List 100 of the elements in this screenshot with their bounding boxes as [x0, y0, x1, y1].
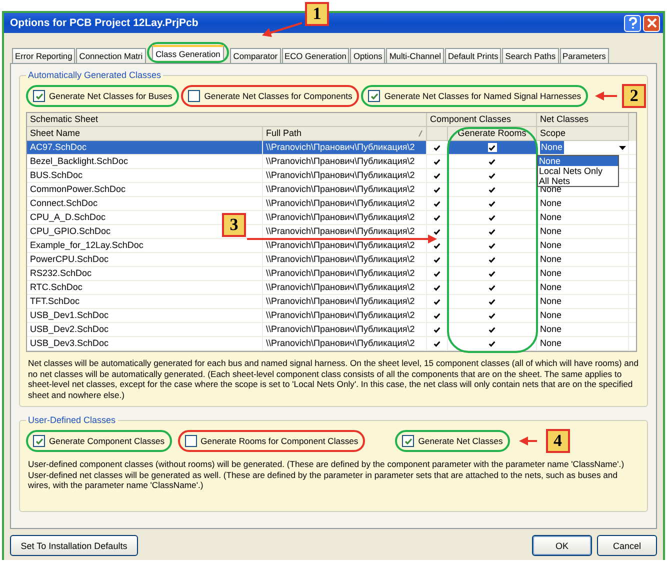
option-label: Generate Net Classes for Components — [204, 91, 352, 101]
checkbox[interactable] — [188, 90, 200, 102]
tab[interactable]: Class Generation — [152, 45, 224, 60]
table-cell: \\Pranovich\Пранович\Публикация\2 — [263, 253, 427, 266]
table-cell: \\Pranovich\Пранович\Публикация\2 — [263, 183, 427, 196]
table-cell: USB_Dev1.SchDoc — [27, 309, 263, 322]
table-cell: \\Pranovich\Пранович\Публикация\2 — [263, 337, 427, 350]
table-cell: RS232.SchDoc — [27, 267, 263, 280]
table-row[interactable]: RS232.SchDoc \\Pranovich\Пранович\Публикация\2 None — [27, 267, 636, 281]
table-cell: \\Pranovich\Пранович\Публикация\2 — [263, 141, 427, 154]
sort-icon — [418, 130, 423, 137]
table-cell: USB_Dev3.SchDoc — [27, 337, 263, 350]
arrow — [595, 91, 618, 101]
table-cell: None — [540, 338, 562, 348]
table-cell: None — [540, 212, 562, 222]
checkbox[interactable] — [432, 241, 442, 250]
description-text: User-defined component classes (without rooms) will be generated. (These are defined by the component parameter with the parameter name 'ClassName'.) User-defined net classes will be generated as well. (These are defined by the parameter in parameter sets that are attached to the nets, such as buses and wires, with the parameter name 'ClassName'.) — [28, 459, 626, 490]
description-text: Net classes will be automatically generated for each bus and named signal harness. On the sheet level, 15 component classes (all of which will have rooms) and no net classes will be automatically generated. (Each sheet-level component class consists of all the components that are on the sheet. The same applies to sheet-level net classes, except for the case where the scope is set to 'Local Nets Only'. In this case, the net class will only contain nets that are on the specified sheet and nowhere else.) — [28, 358, 639, 400]
tab[interactable]: Search Paths — [502, 48, 559, 63]
table-cell: \\Pranovich\Пранович\Публикация\2 — [263, 267, 427, 280]
option-label: Generate Net Classes for Named Signal Harnesses — [384, 91, 582, 101]
tab[interactable]: Comparator — [230, 48, 281, 63]
table-row[interactable]: USB_Dev3.SchDoc \\Pranovich\Пранович\Публикация\2 None — [27, 337, 636, 351]
dropdown-option[interactable]: None — [538, 156, 618, 166]
arrow — [262, 22, 302, 38]
table-row[interactable]: PowerCPU.SchDoc \\Pranovich\Пранович\Публикация\2 None — [27, 253, 636, 267]
tab[interactable]: Multi-Channel — [386, 48, 444, 63]
tab[interactable]: Parameters — [560, 48, 609, 63]
checkbox[interactable] — [432, 227, 442, 236]
defaults-button[interactable]: Set To Installation Defaults — [10, 535, 138, 556]
table-cell: \\Pranovich\Пранович\Публикация\2 — [263, 225, 427, 238]
scope-dropdown[interactable]: None — [540, 141, 626, 154]
table-cell: None — [540, 254, 562, 264]
table-cell: None — [540, 240, 562, 250]
table-cell: None — [540, 198, 562, 208]
table-cell: PowerCPU.SchDoc — [27, 253, 263, 266]
table-cell: \\Pranovich\Пранович\Публикация\2 — [263, 197, 427, 210]
option-label: Generate Component Classes — [49, 436, 165, 446]
table-cell: \\Pranovich\Пранович\Публикация\2 — [263, 211, 427, 224]
checkbox-option[interactable]: Generate Net Classes for Buses — [33, 90, 172, 102]
close-icon — [646, 18, 656, 28]
tab[interactable]: ECO Generation — [282, 48, 350, 63]
table-cell: BUS.SchDoc — [27, 169, 263, 182]
table-cell: CommonPower.SchDoc — [27, 183, 263, 196]
option-label: Generate Net Classes — [418, 436, 503, 446]
checkbox-option[interactable]: Generate Net Classes for Components — [188, 90, 352, 102]
table-cell: None — [540, 324, 562, 334]
cancel-button[interactable]: Cancel — [597, 535, 657, 556]
tab[interactable]: Error Reporting — [12, 48, 76, 63]
arrow — [518, 436, 537, 446]
table-row[interactable]: AC97.SchDoc \\Pranovich\Пранович\Публикация\2 None — [27, 141, 636, 155]
help-button[interactable] — [624, 14, 641, 32]
close-button[interactable] — [643, 14, 660, 32]
dropdown-option[interactable]: Local Nets Only — [538, 166, 618, 176]
dropdown-option[interactable]: All Nets — [538, 176, 618, 186]
table-cell: Connect.SchDoc — [27, 197, 263, 210]
tab[interactable]: Default Prints — [444, 48, 502, 63]
table-cell: None — [540, 226, 562, 236]
table-cell: None — [540, 310, 562, 320]
callout-number: 4 — [546, 429, 570, 453]
callout-number: 1 — [305, 2, 329, 26]
callout-number: 2 — [622, 84, 646, 108]
window-title: Options for PCB Project 12Lay.PrjPcb — [10, 17, 200, 29]
checkbox[interactable] — [402, 435, 414, 447]
table-cell: \\Pranovich\Пранович\Публикация\2 — [263, 295, 427, 308]
tab[interactable]: Connection Matri — [76, 48, 146, 63]
table-row[interactable]: USB_Dev1.SchDoc \\Pranovich\Пранович\Публикация\2 None — [27, 309, 636, 323]
group-title: Automatically Generated Classes — [27, 70, 162, 80]
table-cell: USB_Dev2.SchDoc — [27, 323, 263, 336]
checkbox[interactable] — [33, 90, 45, 102]
checkbox-option[interactable]: Generate Net Classes for Named Signal Harnesses — [368, 90, 582, 102]
table-cell: \\Pranovich\Пранович\Публикация\2 — [263, 309, 427, 322]
checkbox-option[interactable]: Generate Net Classes — [402, 435, 503, 447]
table-row[interactable]: Example_for_12Lay.SchDoc \\Pranovich\Пранович\Публикация\2 None — [27, 239, 636, 253]
table-cell: RTC.SchDoc — [27, 281, 263, 294]
table-cell: None — [540, 282, 562, 292]
table-row[interactable]: RTC.SchDoc \\Pranovich\Пранович\Публикация\2 None — [27, 281, 636, 295]
checkbox[interactable] — [368, 90, 380, 102]
table-cell: TFT.SchDoc — [27, 295, 263, 308]
dropdown-arrow-icon — [619, 146, 626, 150]
table-cell: Bezel_Backlight.SchDoc — [27, 155, 263, 168]
checkbox-option[interactable]: Generate Component Classes — [33, 435, 165, 447]
checkbox[interactable] — [488, 143, 496, 152]
table-cell: None — [540, 296, 562, 306]
table-cell: \\Pranovich\Пранович\Публикация\2 — [263, 281, 427, 294]
checkbox[interactable] — [184, 435, 197, 447]
ok-button[interactable]: OK — [532, 535, 592, 556]
table-row[interactable]: Connect.SchDoc \\Pranovich\Пранович\Публикация\2 None — [27, 197, 636, 211]
table-cell: \\Pranovich\Пранович\Публикация\2 — [263, 239, 427, 252]
table-cell: \\Pranovich\Пранович\Публикация\2 — [263, 323, 427, 336]
table-cell: \\Pranovich\Пранович\Публикация\2 — [263, 169, 427, 182]
tab[interactable]: Options — [350, 48, 386, 63]
table-cell: None — [540, 268, 562, 278]
option-label: Generate Rooms for Component Classes — [200, 436, 358, 446]
table-row[interactable]: USB_Dev2.SchDoc \\Pranovich\Пранович\Публикация\2 None — [27, 323, 636, 337]
checkbox-option[interactable]: Generate Rooms for Component Classes — [184, 435, 358, 447]
table-cell: AC97.SchDoc — [27, 141, 263, 154]
checkbox[interactable] — [33, 435, 45, 447]
help-icon — [628, 17, 638, 29]
table-row[interactable]: TFT.SchDoc \\Pranovich\Пранович\Публикация\2 None — [27, 295, 636, 309]
